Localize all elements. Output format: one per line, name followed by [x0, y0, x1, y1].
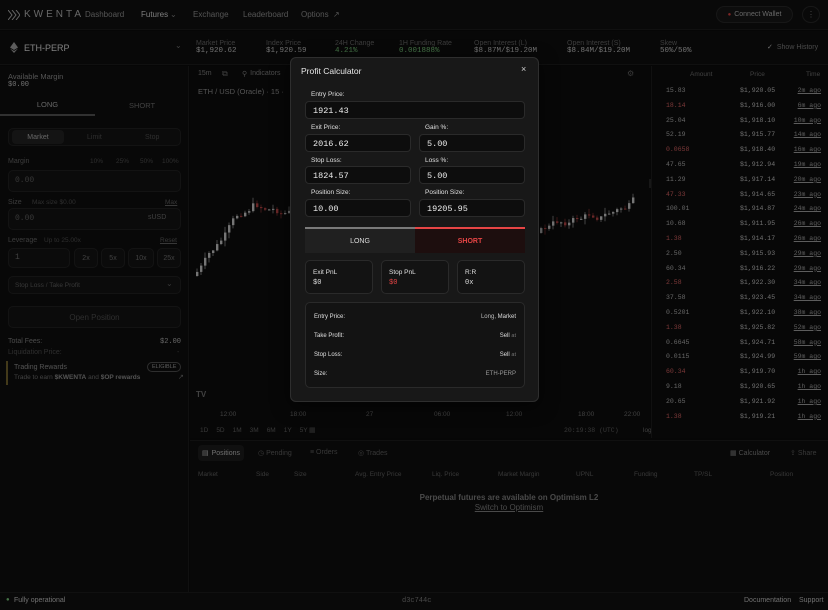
summary-sl-label: Stop Loss: [314, 352, 343, 358]
summary-sl-at: at [511, 352, 516, 358]
stop-loss-label: Stop Loss: [311, 157, 342, 164]
summary-sl-side: Sell [499, 352, 510, 358]
gain-pct-label: Gain %: [425, 124, 449, 131]
loss-pct-input[interactable]: 5.00 [419, 166, 525, 184]
summary-tp-label: Take Profit: [314, 333, 345, 339]
exit-price-label: Exit Price: [311, 124, 341, 131]
position-size-input[interactable]: 10.00 [305, 199, 411, 217]
summary-size-label: Size: [314, 371, 328, 377]
short-toggle[interactable]: SHORT [415, 227, 525, 253]
entry-price-label: Entry Price: [311, 91, 345, 98]
exit-pnl-label: Exit PnL [313, 269, 338, 276]
loss-pct-label: Loss %: [425, 157, 449, 164]
position-size-label: Position Size: [311, 189, 351, 196]
stop-loss-input[interactable]: 1824.57 [305, 166, 411, 184]
rr-label: R:R [465, 269, 477, 276]
summary-tp-row: Take Profit: Sell at [314, 333, 516, 339]
summary-sl-row: Stop Loss: Sell at [314, 352, 516, 358]
position-size-usd-label: Position Size: [425, 189, 465, 196]
position-size-usd-input[interactable]: 19205.95 [419, 199, 525, 217]
stop-pnl-label: Stop PnL [389, 269, 416, 276]
risk-reward-card: R:R 0x [457, 260, 525, 294]
entry-price-input[interactable]: 1921.43 [305, 101, 525, 119]
summary-entry-row: Entry Price: Long, Market [314, 314, 516, 320]
stop-pnl-card: Stop PnL $0 [381, 260, 449, 294]
summary-entry-label: Entry Price: [314, 314, 346, 320]
long-toggle[interactable]: LONG [305, 227, 415, 253]
exit-pnl-value: $0 [313, 279, 322, 287]
trade-summary: Entry Price: Long, Market Take Profit: S… [305, 302, 525, 388]
exit-price-input[interactable]: 2016.62 [305, 134, 411, 152]
exit-pnl-card: Exit PnL $0 [305, 260, 373, 294]
summary-entry-side: Long, [480, 314, 496, 320]
stop-pnl-value: $0 [389, 279, 398, 287]
profit-calculator-modal: Profit Calculator × Entry Price: 1921.43… [290, 57, 539, 402]
summary-entry-type: Market [497, 314, 516, 320]
modal-title: Profit Calculator [301, 66, 362, 76]
gain-pct-input[interactable]: 5.00 [419, 134, 525, 152]
rr-value: 0x [465, 279, 474, 287]
summary-size-value: ETH-PERP [485, 371, 516, 377]
summary-tp-side: Sell [499, 333, 510, 339]
close-icon[interactable]: × [521, 64, 526, 74]
summary-tp-at: at [511, 333, 516, 339]
summary-size-row: Size: ETH-PERP [314, 371, 516, 377]
